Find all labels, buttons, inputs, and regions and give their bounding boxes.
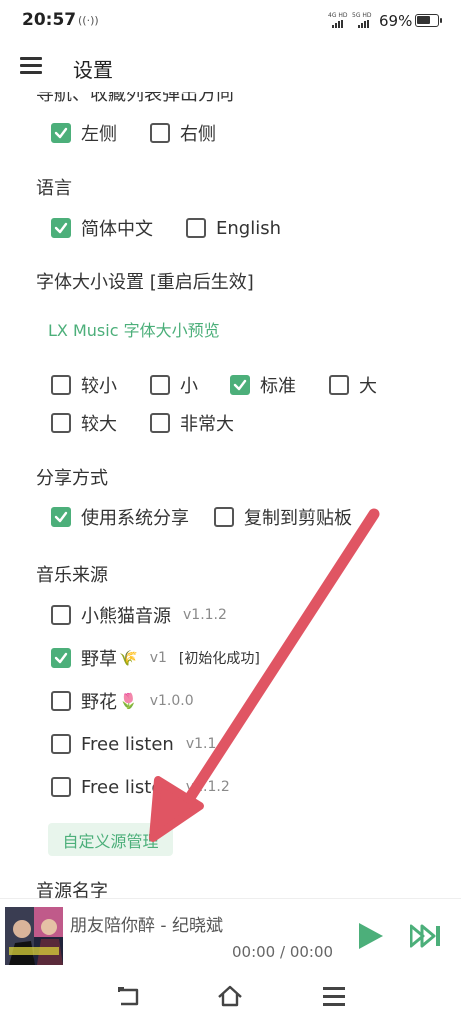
checkbox-font-large[interactable]: 大 [329,372,377,398]
checkbox-box [214,507,234,527]
checkbox-box [51,734,71,754]
checkbox-box [230,375,250,395]
checkbox-box [150,123,170,143]
checkbox-label: 使用系统分享 [81,508,189,529]
checkbox-font-smaller[interactable]: 较小 [51,372,117,398]
back-icon[interactable] [116,984,142,1008]
checkbox-lang-en[interactable]: English [186,215,281,241]
font-preview-text: LX Music 字体大小预览 [48,321,220,340]
checkbox-box [150,413,170,433]
checkbox-font-huge[interactable]: 非常大 [150,410,234,436]
checkbox-label: 标准 [260,376,296,397]
language-title: 语言 [36,178,72,199]
song-title: 朋友陪你醉 - 纪晓斌 [70,916,223,936]
font-size-title: 字体大小设置 [重启后生效] [36,272,254,293]
checkbox-box [51,413,71,433]
check-icon [233,379,247,391]
status-time: 20:57 [22,10,77,30]
checkbox-box [51,375,71,395]
hotspot-icon: ((·)) [78,14,99,27]
check-icon [54,222,68,234]
check-icon [54,511,68,523]
checkbox-box [51,691,71,711]
checkbox-font-larger[interactable]: 较大 [51,410,117,436]
source-version: v1 [149,650,167,666]
battery-percent: 69% [379,12,413,30]
source-version: v1.1.2 [183,607,227,623]
checkbox-share-system[interactable]: 使用系统分享 [51,504,189,530]
app-bar: 设置 [0,42,461,92]
checkbox-label: 右侧 [180,124,216,145]
album-cover[interactable] [5,907,63,965]
source-version: v1.0.0 [149,693,194,709]
source-name: 小熊猫音源 [81,606,171,627]
checkbox-nav-left[interactable]: 左侧 [51,120,117,146]
play-icon[interactable] [355,921,385,951]
tulip-icon: 🌷 [119,692,138,710]
source-version: v1.1.2 [185,736,230,752]
checkbox-label: 复制到剪贴板 [244,508,352,529]
checkbox-label: 简体中文 [81,219,153,240]
source-name: Free listen [81,733,174,755]
system-nav-bar [0,970,461,1024]
source-version: v1.1.2 [185,779,230,795]
checkbox-box [329,375,349,395]
source-status: [初始化成功] [178,651,260,667]
mini-player[interactable]: 朋友陪你醉 - 纪晓斌 00:00 / 00:00 [0,898,461,970]
source-name-title: 音源名字 [36,881,108,898]
checkbox-box [51,218,71,238]
share-title: 分享方式 [36,468,108,489]
signal-icon-1 [332,20,346,28]
checkbox-label: English [216,217,281,239]
checkbox-box [51,648,71,668]
hamburger-menu-icon[interactable] [20,55,42,75]
checkbox-box [51,605,71,625]
checkbox-label: 左侧 [81,124,117,145]
network-label-2: 5G HD [352,12,372,19]
checkbox-box [51,123,71,143]
checkbox-share-clipboard[interactable]: 复制到剪贴板 [214,504,352,530]
battery-icon [415,14,442,27]
source-item[interactable]: 野花 🌷 v1.0.0 [51,688,194,714]
page-title: 设置 [73,58,113,82]
check-icon [54,652,68,664]
battery-level [417,16,430,24]
checkbox-lang-zh[interactable]: 简体中文 [51,215,153,241]
source-name: 野草 [81,649,117,670]
recent-apps-icon[interactable] [321,984,347,1008]
nav-position-title: 导航、收藏列表弹出方向 [36,92,234,105]
checkbox-label: 较小 [81,376,117,397]
wheat-icon: 🌾 [119,649,138,667]
settings-content[interactable]: 导航、收藏列表弹出方向 左侧 右侧 语言 简体中文 English 字体大小设置… [0,92,461,898]
status-bar: 20:57 ((·)) 4G HD 5G HD 69% [0,0,461,42]
network-label-1: 4G HD [328,12,348,19]
checkbox-nav-right[interactable]: 右侧 [150,120,216,146]
custom-source-button[interactable]: 自定义源管理 [48,823,173,856]
signal-icon-2 [358,20,372,28]
checkbox-font-small[interactable]: 小 [150,372,198,398]
checkbox-label: 较大 [81,414,117,435]
skip-next-icon[interactable] [410,924,442,948]
song-time: 00:00 / 00:00 [232,943,334,961]
check-icon [54,127,68,139]
source-item[interactable]: 小熊猫音源 v1.1.2 [51,602,227,628]
checkbox-label: 小 [180,376,198,397]
checkbox-label: 非常大 [180,414,234,435]
checkbox-font-standard[interactable]: 标准 [230,372,296,398]
checkbox-box [51,777,71,797]
checkbox-label: 大 [359,376,377,397]
checkbox-box [51,507,71,527]
home-icon[interactable] [217,984,243,1008]
source-name: 野花 [81,692,117,713]
music-source-title: 音乐来源 [36,565,108,586]
checkbox-box [150,375,170,395]
source-item[interactable]: Free listen v1.1.2 [51,731,230,757]
checkbox-box [186,218,206,238]
source-name: Free listen [81,776,174,798]
source-item[interactable]: 野草 🌾 v1 [初始化成功] [51,645,260,671]
source-item[interactable]: Free listen v1.1.2 [51,774,230,800]
